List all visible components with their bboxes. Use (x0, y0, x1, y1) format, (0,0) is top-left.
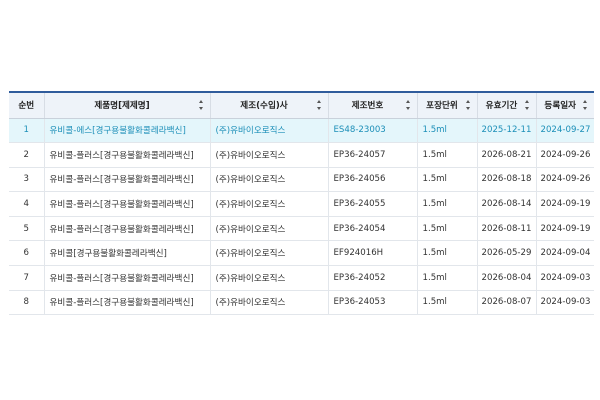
header-label: 제조(수입)사 (240, 101, 288, 112)
cell-registered-date: 2024-09-26 (540, 174, 591, 185)
table-row[interactable]: 4 유비콜-플러스[경구용불활화콜레라백신] (주)유바이오로직스 EP36-2405… (9, 191, 594, 217)
table-row[interactable]: 3 유비콜-플러스[경구용불활화콜레라백신] (주)유바이오로직스 EP36-2405… (9, 167, 594, 192)
cell-product-name[interactable]: 유비콜-에스[경구용불활화콜레라백신] (44, 118, 211, 143)
cell-row-number: 6 (9, 240, 45, 266)
cell-lot-number: ES48-23003 (328, 118, 418, 143)
header-label: 포장단위 (426, 101, 458, 112)
cell-row-number: 8 (9, 290, 45, 315)
cell-pack-unit: 1.5ml (417, 118, 478, 143)
cell-expiry-date: 2026-08-07 (477, 290, 537, 315)
cell-lot-number: EF924016H (328, 240, 418, 266)
cell-product-name[interactable]: 유비콜-플러스[경구용불활화콜레라백신] (44, 290, 211, 315)
table-header: 순번 제품명[제제명] 제조(수입)사 제조번호 포장단위 유효기간 등록일자 (9, 92, 594, 119)
header-label: 유효기간 (485, 101, 518, 112)
cell-pack-unit: 1.5ml (417, 142, 478, 168)
header-label: 등록일자 (544, 101, 577, 112)
table-body: 1 유비콜-에스[경구용불활화콜레라백신] (주)유바이오로직스 ES48-23003… (9, 118, 594, 315)
cell-pack-unit: 1.5ml (417, 240, 478, 266)
cell-manufacturer: (주)유바이오로직스 (210, 216, 329, 241)
sort-updown-icon[interactable] (405, 100, 411, 111)
table-row[interactable]: 8 유비콜-플러스[경구용불활화콜레라백신] (주)유바이오로직스 EP36-2405… (9, 290, 594, 315)
header-label: 제조번호 (351, 101, 384, 112)
cell-manufacturer: (주)유바이오로직스 (210, 265, 329, 291)
col-registered-date-header[interactable]: 등록일자 (536, 92, 594, 119)
cell-registered-date: 2024-09-03 (540, 297, 591, 308)
cell-lot-number: EP36-24052 (328, 265, 418, 291)
cell-expiry-date: 2026-08-21 (477, 142, 537, 168)
cell-expiry-date: 2026-05-29 (477, 240, 537, 266)
cell-manufacturer: (주)유바이오로직스 (210, 240, 329, 266)
lot-release-table: 순번 제품명[제제명] 제조(수입)사 제조번호 포장단위 유효기간 등록일자 1 유비콜-에… (9, 91, 594, 315)
col-product-name-header[interactable]: 제품명[제제명] (44, 92, 211, 119)
cell-lot-number: EP36-24053 (328, 290, 418, 315)
cell-expiry-date: 2026-08-11 (477, 216, 537, 241)
cell-manufacturer: (주)유바이오로직스 (210, 118, 329, 143)
cell-manufacturer: (주)유바이오로직스 (210, 191, 329, 217)
cell-registered-date: 2024-09-26 (540, 149, 591, 160)
cell-registered-date: 2024-09-27 (540, 125, 591, 136)
header-label: 제품명[제제명] (94, 101, 150, 112)
cell-pack-unit: 1.5ml (417, 191, 478, 217)
cell-expiry-date: 2026-08-14 (477, 191, 537, 217)
sort-updown-icon[interactable] (198, 100, 204, 111)
cell-manufacturer: (주)유바이오로직스 (210, 167, 329, 192)
cell-lot-number: EP36-24057 (328, 142, 418, 168)
cell-registered-date: 2024-09-19 (540, 223, 591, 234)
sort-updown-icon[interactable] (583, 100, 588, 111)
cell-manufacturer: (주)유바이오로직스 (210, 290, 329, 315)
cell-registered-date: 2024-09-03 (540, 272, 591, 283)
cell-product-name[interactable]: 유비콜[경구용불활화콜레라백신] (44, 240, 211, 266)
cell-registered-date: 2024-09-19 (540, 199, 591, 210)
cell-row-number: 2 (9, 142, 45, 168)
cell-expiry-date: 2026-08-04 (477, 265, 537, 291)
col-manufacturer-header[interactable]: 제조(수입)사 (210, 92, 329, 119)
sort-updown-icon[interactable] (465, 100, 471, 111)
cell-row-number: 3 (9, 167, 45, 192)
cell-lot-number: EP36-24056 (328, 167, 418, 192)
cell-pack-unit: 1.5ml (417, 290, 478, 315)
cell-product-name[interactable]: 유비콜-플러스[경구용불활화콜레라백신] (44, 265, 211, 291)
table-row[interactable]: 2 유비콜-플러스[경구용불활화콜레라백신] (주)유바이오로직스 EP36-2405… (9, 142, 594, 168)
header-row: 순번 제품명[제제명] 제조(수입)사 제조번호 포장단위 유효기간 등록일자 (9, 92, 594, 119)
cell-pack-unit: 1.5ml (417, 216, 478, 241)
results-table-container: 순번 제품명[제제명] 제조(수입)사 제조번호 포장단위 유효기간 등록일자 1 유비콜-에… (9, 91, 594, 315)
cell-pack-unit: 1.5ml (417, 265, 478, 291)
cell-registered-date: 2024-09-04 (540, 248, 591, 259)
sort-updown-icon[interactable] (524, 100, 530, 111)
cell-product-name[interactable]: 유비콜-플러스[경구용불활화콜레라백신] (44, 167, 211, 192)
table-row[interactable]: 1 유비콜-에스[경구용불활화콜레라백신] (주)유바이오로직스 ES48-23003… (9, 118, 594, 143)
table-row[interactable]: 5 유비콜-플러스[경구용불활화콜레라백신] (주)유바이오로직스 EP36-2405… (9, 216, 594, 241)
cell-row-number: 4 (9, 191, 45, 217)
cell-row-number: 7 (9, 265, 45, 291)
col-number-header: 순번 (9, 92, 45, 119)
cell-pack-unit: 1.5ml (417, 167, 478, 192)
table-row[interactable]: 6 유비콜[경구용불활화콜레라백신] (주)유바이오로직스 EF924016H 1.5m… (9, 240, 594, 266)
cell-product-name[interactable]: 유비콜-플러스[경구용불활화콜레라백신] (44, 216, 211, 241)
cell-product-name[interactable]: 유비콜-플러스[경구용불활화콜레라백신] (44, 191, 211, 217)
col-expiry-header[interactable]: 유효기간 (477, 92, 537, 119)
header-label: 순번 (18, 101, 35, 112)
cell-lot-number: EP36-24055 (328, 191, 418, 217)
cell-row-number: 1 (9, 118, 45, 143)
sort-updown-icon[interactable] (316, 100, 322, 111)
cell-product-name[interactable]: 유비콜-플러스[경구용불활화콜레라백신] (44, 142, 211, 168)
col-lot-number-header[interactable]: 제조번호 (328, 92, 418, 119)
cell-row-number: 5 (9, 216, 45, 241)
cell-expiry-date: 2026-08-18 (477, 167, 537, 192)
table-row[interactable]: 7 유비콜-플러스[경구용불활화콜레라백신] (주)유바이오로직스 EP36-2405… (9, 265, 594, 291)
cell-lot-number: EP36-24054 (328, 216, 418, 241)
col-pack-unit-header[interactable]: 포장단위 (417, 92, 478, 119)
cell-manufacturer: (주)유바이오로직스 (210, 142, 329, 168)
cell-expiry-date: 2025-12-11 (477, 118, 537, 143)
